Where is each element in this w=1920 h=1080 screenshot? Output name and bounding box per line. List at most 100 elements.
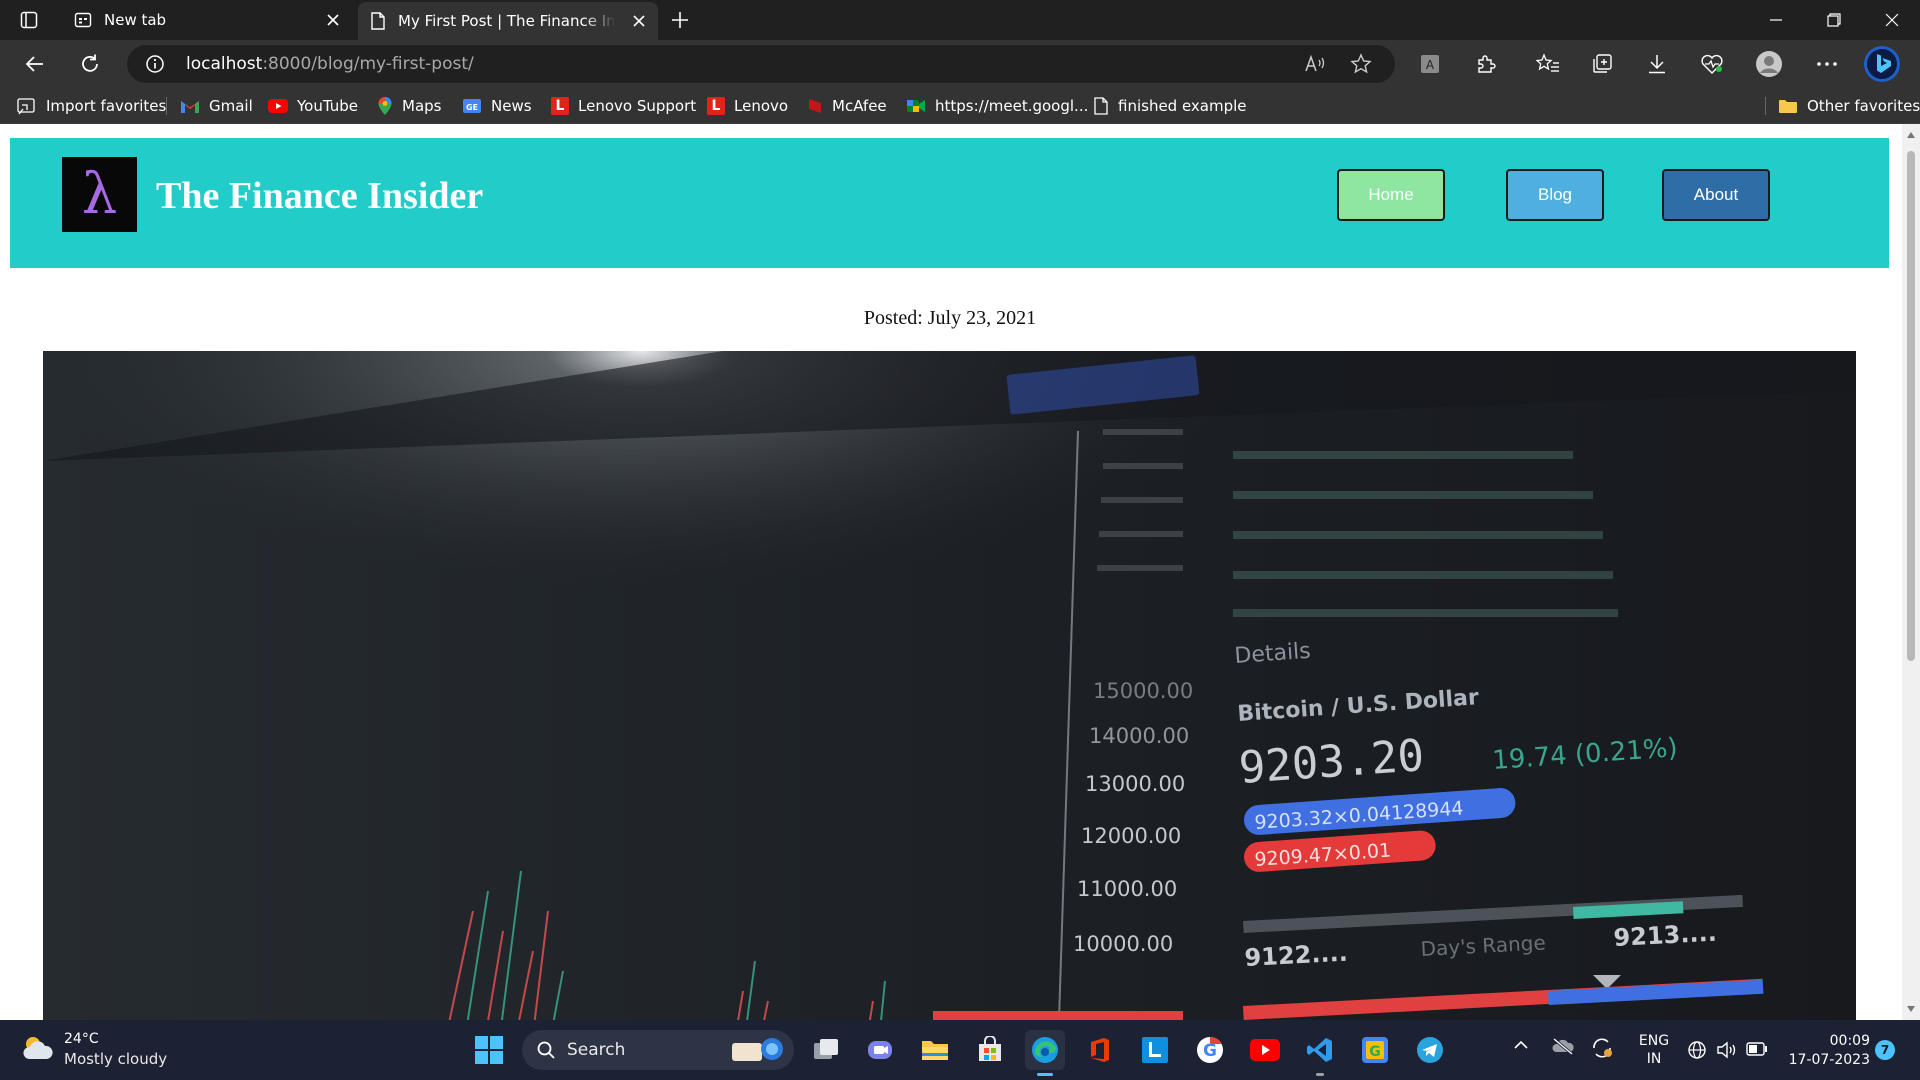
browser-essentials-icon[interactable]	[1692, 44, 1732, 84]
price-axis-label: 11000.00	[1077, 877, 1177, 901]
favorite-label: Lenovo Support	[578, 97, 697, 115]
refresh-icon[interactable]	[70, 44, 110, 84]
google-chrome-icon[interactable]: G	[1190, 1030, 1230, 1070]
favorite-label: News	[491, 97, 532, 115]
details-heading: Details	[1234, 639, 1312, 669]
favorite-label: YouTube	[297, 97, 358, 115]
favorites-list-icon[interactable]	[1528, 44, 1568, 84]
maps-icon	[377, 96, 393, 116]
page-scrollbar[interactable]	[1902, 124, 1920, 1020]
weather-widget[interactable]: 24°C Mostly cloudy	[20, 1030, 170, 1070]
show-hidden-icons-icon[interactable]	[1513, 1040, 1529, 1050]
nav-home-button[interactable]: Home	[1337, 169, 1445, 221]
battery-icon[interactable]	[1746, 1042, 1768, 1056]
site-info-icon[interactable]	[145, 54, 165, 74]
clock[interactable]: 00:09 17-07-2023	[1780, 1032, 1870, 1070]
sync-icon[interactable]	[1590, 1037, 1614, 1059]
start-icon[interactable]	[469, 1030, 509, 1070]
weather-condition: Mostly cloudy	[64, 1050, 168, 1068]
price-axis-label: 15000.00	[1093, 679, 1193, 703]
taskbar-search[interactable]: Search	[522, 1030, 794, 1070]
favorite-meet[interactable]: https://meet.googl...	[906, 88, 1088, 124]
search-highlight-icon	[728, 1035, 788, 1065]
google-drive-sync-icon[interactable]: G	[1355, 1030, 1395, 1070]
read-aloud-icon[interactable]	[1304, 54, 1326, 74]
site-title[interactable]: The Finance Insider	[156, 174, 483, 218]
nav-about-button[interactable]: About	[1662, 169, 1770, 221]
close-window-icon[interactable]	[1864, 0, 1920, 40]
tab-actions-icon[interactable]	[18, 10, 40, 30]
favorite-label: Maps	[402, 97, 442, 115]
more-options-icon[interactable]	[1807, 44, 1847, 84]
profile-avatar-icon[interactable]	[1749, 44, 1789, 84]
browser-tab-bar: New tab My First Post | The Finance Insi…	[0, 0, 1920, 40]
vscode-icon[interactable]	[1300, 1030, 1340, 1076]
lenovo-icon: L	[551, 97, 569, 115]
post-date: Posted: July 23, 2021	[863, 307, 1037, 329]
other-favorites-label: Other favorites	[1807, 97, 1920, 115]
trading-screen-photo: 15000.00 14000.00 13000.00 12000.00 1100…	[43, 351, 1856, 1020]
network-icon[interactable]	[1687, 1040, 1707, 1060]
favorite-label: Import favorites	[46, 97, 167, 115]
folder-icon	[1778, 98, 1798, 114]
tab-new-tab[interactable]: New tab	[60, 0, 352, 40]
range-high: 9213....	[1613, 919, 1718, 952]
favorite-import-favorites[interactable]: Import favorites	[17, 88, 166, 124]
price-axis-label: 12000.00	[1081, 824, 1181, 848]
task-view-icon[interactable]	[806, 1030, 846, 1070]
edge-browser-icon[interactable]	[1025, 1030, 1065, 1076]
microsoft-store-icon[interactable]	[970, 1030, 1010, 1070]
collections-icon[interactable]	[1582, 44, 1622, 84]
windows-taskbar: 24°C Mostly cloudy Search G G ENG IN 00:…	[0, 1020, 1920, 1080]
tab-my-first-post[interactable]: My First Post | The Finance Insider	[358, 2, 658, 40]
favorite-mcafee[interactable]: McAfee	[807, 88, 887, 124]
favorite-star-icon[interactable]	[1350, 53, 1372, 75]
gmail-icon	[180, 99, 200, 114]
cloudy-weather-icon	[20, 1034, 54, 1062]
favorite-gmail[interactable]: Gmail	[180, 88, 253, 124]
favorite-lenovo-support[interactable]: L Lenovo Support	[551, 88, 696, 124]
close-tab-icon[interactable]	[632, 14, 646, 28]
region-label: IN	[1646, 1051, 1662, 1067]
scroll-down-icon[interactable]	[1907, 1006, 1915, 1012]
favorite-maps[interactable]: Maps	[377, 88, 441, 124]
new-tab-plus-icon[interactable]	[668, 9, 692, 31]
teams-chat-icon[interactable]	[860, 1030, 900, 1070]
telegram-icon[interactable]	[1410, 1030, 1450, 1070]
onedrive-offline-icon[interactable]	[1551, 1037, 1575, 1055]
favorites-divider	[1765, 97, 1766, 115]
other-favorites[interactable]: Other favorites	[1778, 88, 1920, 124]
tab-label: My First Post | The Finance Insider	[398, 12, 616, 30]
url-path: :8000/blog/my-first-post/	[262, 54, 474, 74]
url-text: localhost:8000/blog/my-first-post/	[186, 54, 474, 74]
translate-icon[interactable]: A	[1410, 44, 1450, 84]
browser-toolbar: localhost:8000/blog/my-first-post/ A	[0, 40, 1920, 88]
file-explorer-icon[interactable]	[915, 1030, 955, 1070]
volume-icon[interactable]	[1716, 1040, 1738, 1060]
minimize-icon[interactable]	[1748, 0, 1804, 40]
scroll-up-icon[interactable]	[1907, 132, 1915, 138]
downloads-icon[interactable]	[1637, 44, 1677, 84]
notification-badge[interactable]: 7	[1875, 1040, 1895, 1060]
extensions-icon[interactable]	[1466, 44, 1506, 84]
nav-blog-button[interactable]: Blog	[1506, 169, 1604, 221]
favorite-news[interactable]: GE News	[462, 88, 532, 124]
bing-copilot-icon[interactable]	[1862, 44, 1902, 84]
back-icon[interactable]	[15, 44, 55, 84]
restore-icon[interactable]	[1806, 0, 1862, 40]
favorite-lenovo[interactable]: L Lenovo	[707, 88, 788, 124]
site-logo[interactable]: λ	[62, 157, 137, 232]
youtube-app-icon[interactable]	[1245, 1030, 1285, 1070]
range-low: 9122....	[1244, 939, 1349, 972]
lenovo-vantage-icon[interactable]	[1135, 1030, 1175, 1070]
address-bar[interactable]: localhost:8000/blog/my-first-post/	[127, 45, 1395, 83]
close-tab-icon[interactable]	[326, 13, 340, 27]
favorite-finished-example[interactable]: finished example	[1093, 88, 1247, 124]
search-icon	[536, 1040, 556, 1060]
scrollbar-thumb[interactable]	[1907, 151, 1915, 661]
url-host: localhost	[186, 54, 263, 74]
office-icon[interactable]	[1080, 1030, 1120, 1070]
weather-temperature: 24°C	[64, 1031, 99, 1047]
favorite-youtube[interactable]: YouTube	[268, 88, 358, 124]
language-indicator[interactable]: ENG IN	[1636, 1032, 1672, 1068]
